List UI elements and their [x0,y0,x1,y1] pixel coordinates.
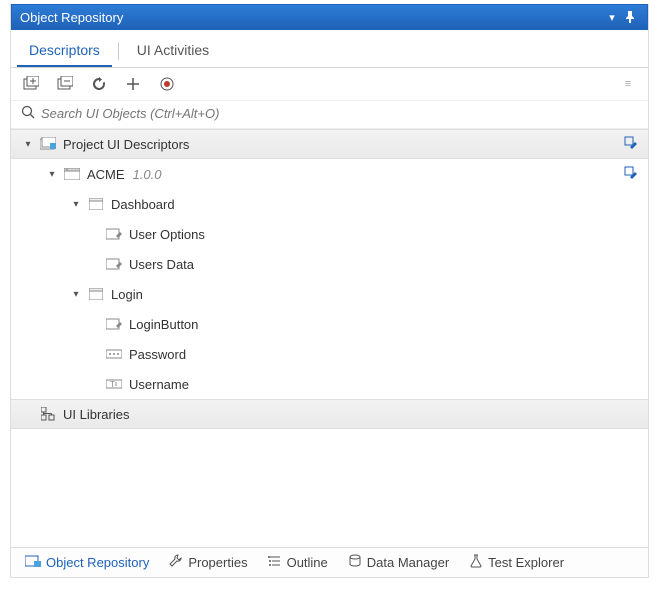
tree-element-users-data[interactable]: Users Data [11,249,648,279]
text-field-icon: T [105,376,123,392]
tree-element-label: LoginButton [129,317,198,332]
toolbar: ≡ [11,68,648,101]
footer-tab-label: Test Explorer [488,555,564,570]
pin-icon[interactable] [621,8,639,26]
chevron-down-icon[interactable]: ▾ [69,197,83,211]
tree-screen-dashboard[interactable]: ▾ Dashboard [11,189,648,219]
overflow-icon[interactable]: ≡ [618,74,638,94]
descriptors-root-icon [39,136,57,152]
application-icon [63,166,81,182]
object-repository-icon [25,554,41,571]
wrench-icon [169,554,183,571]
capture-icon[interactable] [624,166,638,183]
chevron-down-icon[interactable]: ▾ [69,287,83,301]
tree-element-label: User Options [129,227,205,242]
footer-tab-label: Data Manager [367,555,449,570]
object-repository-panel: Object Repository ▾ Descriptors UI Activ… [10,4,649,578]
screen-icon [87,286,105,302]
footer-tab-properties[interactable]: Properties [161,551,255,574]
record-button[interactable] [157,74,177,94]
tab-ui-activities[interactable]: UI Activities [125,36,221,67]
tree-screen-login[interactable]: ▾ Login [11,279,648,309]
titlebar: Object Repository ▾ [11,4,648,30]
refresh-button[interactable] [89,74,109,94]
tab-separator [118,42,119,60]
chevron-down-icon[interactable]: ▾ [45,167,59,181]
ui-element-icon [105,226,123,242]
tab-bar: Descriptors UI Activities [11,30,648,68]
tree-app-acme[interactable]: ▾ ACME 1.0.0 [11,159,648,189]
tree-screen-label: Login [111,287,143,302]
footer-tab-label: Object Repository [46,555,149,570]
capture-icon[interactable] [624,136,638,153]
tree-screen-label: Dashboard [111,197,175,212]
ui-element-icon [105,316,123,332]
footer-tab-label: Properties [188,555,247,570]
ui-element-icon [105,256,123,272]
flask-icon [469,554,483,571]
tab-descriptors[interactable]: Descriptors [17,36,112,67]
panel-title: Object Repository [20,10,123,25]
tree-element-label: Password [129,347,186,362]
tree-app-version: 1.0.0 [133,167,162,182]
chevron-down-icon[interactable]: ▾ [21,137,35,151]
svg-text:T: T [110,380,115,389]
search-bar [11,101,648,128]
footer-tab-outline[interactable]: Outline [260,551,336,574]
tree-element-username[interactable]: T Username [11,369,648,399]
screen-icon [87,196,105,212]
tree-element-user-options[interactable]: User Options [11,219,648,249]
tree-ui-libraries[interactable]: ▾ UI Libraries [11,399,648,429]
tree-app-label: ACME [87,167,125,182]
tree-root-descriptors[interactable]: ▾ Project UI Descriptors [11,129,648,159]
dropdown-icon[interactable]: ▾ [603,8,621,26]
footer-tab-object-repository[interactable]: Object Repository [17,551,157,574]
tree-element-password[interactable]: Password [11,339,648,369]
tree-element-login-button[interactable]: LoginButton [11,309,648,339]
footer-tab-test-explorer[interactable]: Test Explorer [461,551,572,574]
tree-libraries-label: UI Libraries [63,407,129,422]
footer-tab-data-manager[interactable]: Data Manager [340,551,457,574]
search-icon [21,105,35,122]
data-manager-icon [348,554,362,571]
outline-icon [268,554,282,571]
expand-all-button[interactable] [21,74,41,94]
password-field-icon [105,346,123,362]
collapse-all-button[interactable] [55,74,75,94]
tree-element-label: Username [129,377,189,392]
tree-root-label: Project UI Descriptors [63,137,189,152]
footer-tabs: Object Repository Properties Outline Dat… [11,547,648,577]
add-button[interactable] [123,74,143,94]
footer-tab-label: Outline [287,555,328,570]
search-input[interactable] [41,106,638,121]
tree-element-label: Users Data [129,257,194,272]
tree: ▾ Project UI Descriptors ▾ ACME 1.0.0 ▾ [11,128,648,547]
libraries-icon [39,406,57,422]
